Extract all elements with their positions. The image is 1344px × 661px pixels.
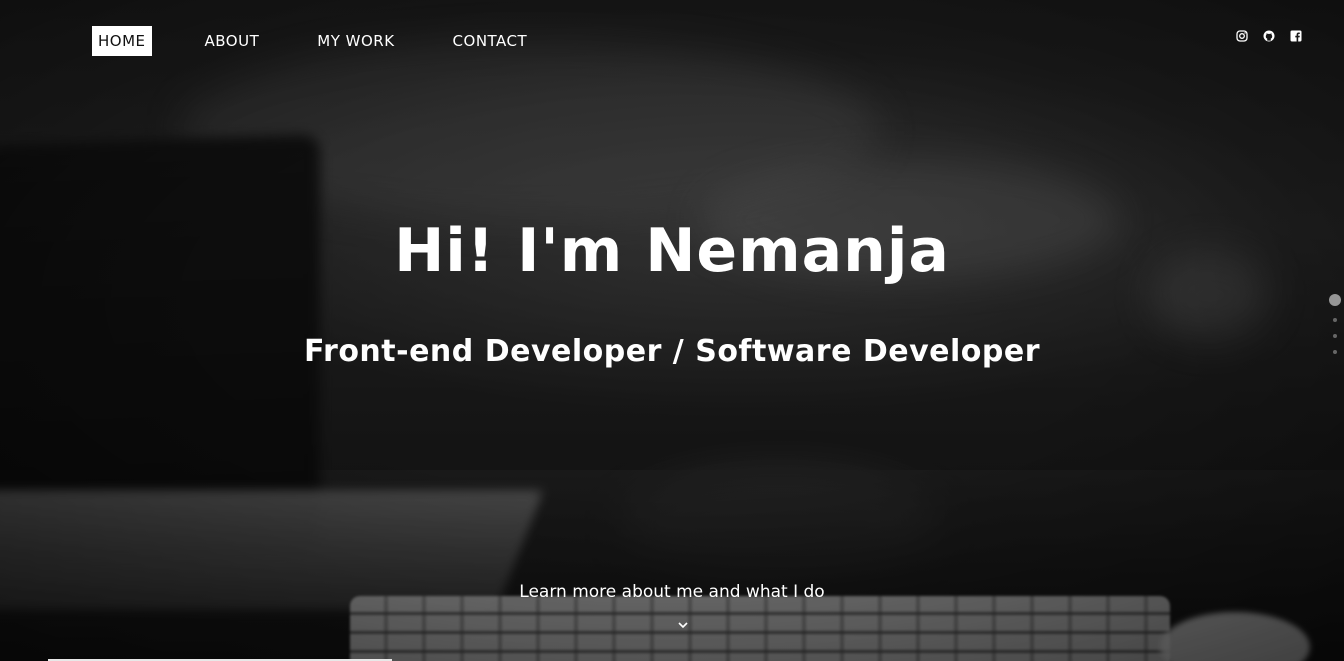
facebook-icon[interactable] — [1290, 30, 1302, 42]
nav-home[interactable]: HOME — [92, 26, 152, 56]
social-links — [1236, 30, 1302, 42]
main-nav: HOME ABOUT MY WORK CONTACT — [92, 26, 585, 56]
learn-more-link[interactable]: Learn more about me and what I do — [0, 582, 1344, 602]
github-icon[interactable] — [1263, 30, 1275, 42]
nav-about[interactable]: ABOUT — [205, 26, 260, 56]
section-pagination — [1329, 294, 1341, 354]
chevron-down-icon[interactable] — [676, 620, 690, 630]
pagination-dot[interactable] — [1329, 294, 1341, 306]
nav-contact[interactable]: CONTACT — [453, 26, 528, 56]
nav-my-work[interactable]: MY WORK — [317, 26, 394, 56]
hero-subtitle: Front-end Developer / Software Developer — [303, 334, 1041, 369]
pagination-dot[interactable] — [1333, 318, 1337, 322]
instagram-icon[interactable] — [1236, 30, 1248, 42]
background-overlay — [0, 0, 1344, 661]
pagination-dot[interactable] — [1333, 350, 1337, 354]
hero-title: Hi! I'm Nemanja — [394, 216, 950, 286]
pagination-dot[interactable] — [1333, 334, 1337, 338]
